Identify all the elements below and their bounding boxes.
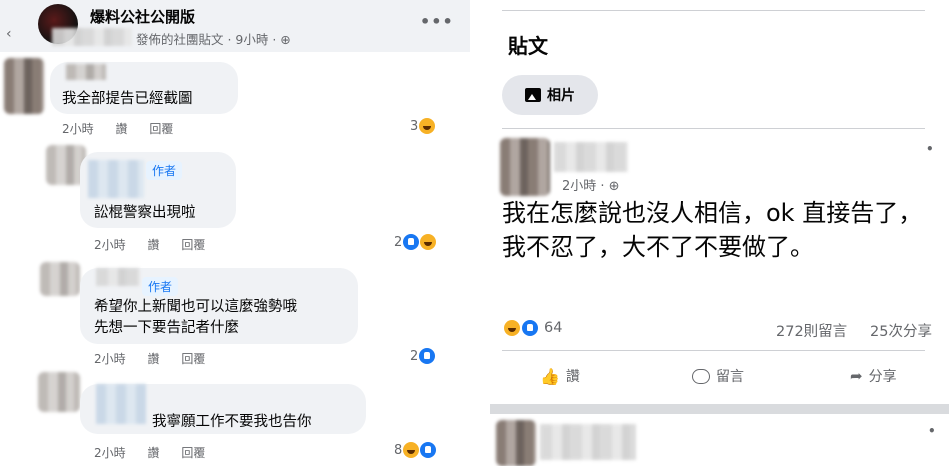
- comment-time: 2小時: [94, 446, 126, 460]
- like-reaction-icon: [522, 320, 538, 336]
- blurred-poster-name: [554, 142, 628, 172]
- reaction-count: 3: [410, 118, 419, 134]
- comment-label: 留言: [716, 369, 744, 385]
- blurred-commenter-name: [88, 160, 144, 198]
- thumbs-up-icon: 👍: [540, 366, 560, 386]
- comment-meta: 2小時 讚 回覆: [62, 120, 191, 137]
- globe-icon: ⊕: [280, 32, 291, 47]
- like-label: 讚: [565, 369, 580, 385]
- photo-icon: [525, 88, 541, 102]
- blurred-commenter-name: [96, 268, 140, 286]
- section-title: 貼文: [508, 34, 548, 58]
- chevron-left-icon[interactable]: ‹: [6, 26, 12, 42]
- comment-reactions[interactable]: 8: [394, 442, 437, 458]
- reply-link[interactable]: 回覆: [181, 352, 205, 366]
- blurred-author-name: [52, 28, 132, 46]
- comment-count[interactable]: 272則留言: [776, 320, 847, 341]
- comment-icon: [692, 368, 710, 384]
- reaction-count: 8: [394, 442, 403, 458]
- like-link[interactable]: 讚: [147, 238, 159, 252]
- section-divider: [502, 128, 925, 129]
- comment-text: 訟棍警察出現啦: [94, 205, 196, 221]
- more-options-icon[interactable]: •: [926, 142, 935, 156]
- like-reaction-icon: [403, 234, 420, 250]
- avatar[interactable]: [40, 262, 80, 296]
- photo-filter-chip[interactable]: 相片: [502, 75, 598, 115]
- avatar[interactable]: [4, 58, 44, 114]
- like-link[interactable]: 讚: [147, 352, 159, 366]
- blurred-commenter-name: [66, 64, 106, 80]
- post-time: 2小時 · ⊕: [562, 179, 620, 194]
- share-button[interactable]: ➦ 分享: [850, 366, 897, 386]
- reply-link[interactable]: 回覆: [181, 446, 205, 460]
- post-panel: 貼文 相片 2小時 · ⊕ • 我在怎麼說也沒人相信，ok 直接告了，我不忍了，…: [478, 0, 949, 466]
- blurred-commenter-name: [96, 384, 146, 424]
- post-reactions[interactable]: 64: [504, 320, 562, 336]
- author-badge: 作者: [142, 277, 179, 296]
- more-options-icon[interactable]: •••: [420, 12, 454, 31]
- post-text: 我在怎麼說也沒人相信，ok 直接告了，我不忍了，大不了不要做了。: [502, 199, 923, 261]
- comment-time: 2小時: [94, 238, 126, 252]
- reply-link[interactable]: 回覆: [149, 122, 173, 136]
- group-post-header: 爆料公社公開版 發佈的社團貼文 · 9小時 · ⊕ •••: [0, 0, 470, 52]
- post-separator: [490, 404, 949, 414]
- comment-meta: 2小時 讚 回覆: [94, 444, 223, 461]
- like-reaction-icon: [419, 348, 436, 364]
- post-subtitle: 發佈的社團貼文 · 9小時 · ⊕: [136, 32, 291, 47]
- photo-chip-label: 相片: [547, 88, 575, 104]
- share-icon: ➦: [850, 367, 863, 385]
- comment-text: 希望你上新聞也可以這麼強勢哦: [94, 299, 297, 315]
- like-link[interactable]: 讚: [147, 446, 159, 460]
- globe-icon: ⊕: [608, 179, 620, 194]
- top-divider: [502, 10, 925, 11]
- post-actions: 👍 讚 留言 ➦ 分享: [478, 358, 949, 398]
- haha-reaction-icon: [420, 234, 437, 250]
- reply-link[interactable]: 回覆: [181, 238, 205, 252]
- more-options-icon[interactable]: •: [928, 424, 937, 438]
- avatar[interactable]: [496, 420, 536, 466]
- reaction-count: 2: [410, 348, 419, 364]
- share-label: 分享: [868, 369, 897, 385]
- comment-time: 2小時: [94, 352, 126, 366]
- avatar[interactable]: [38, 372, 80, 412]
- blurred-poster-name: [540, 424, 636, 460]
- haha-reaction-icon: [403, 442, 420, 458]
- avatar[interactable]: [500, 138, 550, 196]
- comment-button[interactable]: 留言: [692, 366, 744, 386]
- group-title[interactable]: 爆料公社公開版: [90, 6, 195, 27]
- author-badge: 作者: [146, 161, 183, 180]
- like-reaction-icon: [420, 442, 437, 458]
- comments-panel: 爆料公社公開版 發佈的社團貼文 · 9小時 · ⊕ ••• ‹ 我全部提告已經截…: [0, 0, 470, 466]
- pane-divider: [470, 0, 478, 466]
- comment-reactions[interactable]: 2: [394, 234, 437, 250]
- comment-meta: 2小時 讚 回覆: [94, 350, 223, 367]
- comment-text: 我寧願工作不要我也告你: [152, 414, 312, 430]
- haha-reaction-icon: [419, 118, 436, 134]
- share-count[interactable]: 25次分享: [870, 320, 932, 341]
- comment-time: 2小時: [62, 122, 94, 136]
- comment-reactions[interactable]: 2: [410, 348, 436, 364]
- actions-divider: [502, 350, 925, 351]
- like-button[interactable]: 👍 讚: [540, 366, 580, 386]
- comment-text: 我全部提告已經截圖: [62, 91, 193, 107]
- comment-meta: 2小時 讚 回覆: [94, 236, 223, 253]
- reaction-count: 2: [394, 234, 403, 250]
- reaction-count: 64: [544, 320, 563, 336]
- comment-reactions[interactable]: 3: [410, 118, 436, 134]
- comment-text-line2: 先想一下要告記者什麼: [94, 320, 239, 336]
- like-link[interactable]: 讚: [115, 122, 127, 136]
- haha-reaction-icon: [504, 320, 520, 336]
